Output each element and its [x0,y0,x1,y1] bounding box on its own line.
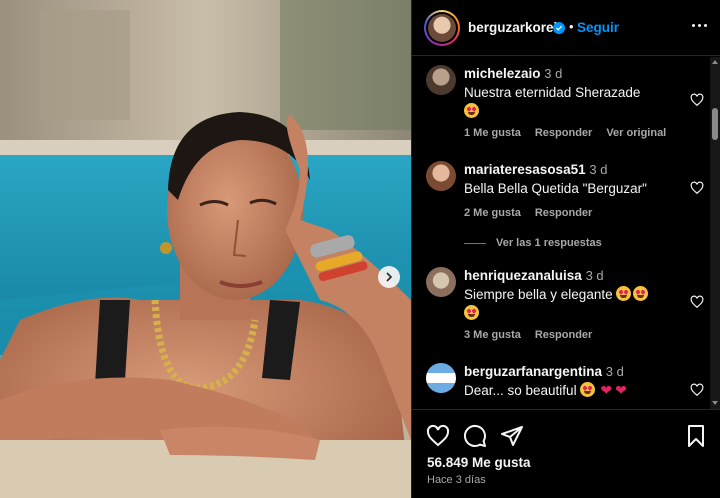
comment-username[interactable]: michelezaio [464,66,541,81]
verified-badge-icon [553,22,565,34]
comment-meta: 1 Me gusta Responder Ver original [464,127,666,139]
heart-eyes-emoji-icon [616,286,632,301]
comment-likes[interactable]: 1 Me gusta [464,127,521,139]
comment-time[interactable]: 3 d [606,364,624,379]
comment-likes[interactable]: 2 Me gusta [464,207,521,219]
see-original-button[interactable]: Ver original [606,127,666,139]
reply-button[interactable]: Responder [535,329,592,341]
scroll-down-arrow-icon[interactable] [712,401,718,405]
reply-button[interactable]: Responder [535,127,592,139]
share-icon[interactable] [500,424,524,448]
heart-eyes-emoji-icon [464,305,479,320]
red-heart-emoji-icon: ❤ [600,382,613,398]
heart-icon[interactable] [690,295,704,309]
comment-meta: 3 Me gusta Responder [464,329,592,341]
likes-count[interactable]: 56.849 Me gusta [427,455,531,470]
bookmark-icon[interactable] [684,424,708,448]
heart-eyes-emoji-icon [464,103,479,118]
next-photo-button[interactable] [378,266,400,288]
red-heart-emoji-icon: ❤ [615,382,627,398]
comment-meta: 2 Me gusta Responder [464,207,592,219]
comment-username[interactable]: henriquezanaluisa [464,268,582,283]
comment-username[interactable]: mariateresasosa51 [464,162,586,177]
comment-text: Bella Bella Quetida "Berguzar" [464,181,647,196]
heart-eyes-emoji-icon [633,286,649,301]
reply-button[interactable]: Responder [535,207,592,219]
author-avatar[interactable] [424,10,460,46]
post-header: berguzarkorel • Seguir [412,0,720,56]
heart-eyes-emoji-icon [580,382,596,397]
follow-button[interactable]: Seguir [577,20,619,35]
post-side-panel: berguzarkorel • Seguir michelezaio 3 d N… [411,0,720,498]
comment-text: Dear... so beautiful [464,383,577,398]
comment-username[interactable]: berguzarfanargentina [464,364,602,379]
commenter-avatar[interactable] [426,363,456,393]
scroll-up-arrow-icon[interactable] [712,60,718,64]
heart-icon[interactable] [690,93,704,107]
author-username[interactable]: berguzarkorel [468,20,557,35]
commenter-avatar[interactable] [426,65,456,95]
comment-time[interactable]: 3 d [586,268,604,283]
comment-likes[interactable]: 3 Me gusta [464,329,521,341]
commenter-avatar[interactable] [426,161,456,191]
comment-icon[interactable] [463,424,487,448]
post-actions-bar: 56.849 Me gusta Hace 3 días [412,409,720,498]
header-separator: • [569,19,574,34]
scrollbar-thumb[interactable] [712,108,718,140]
comment-time[interactable]: 3 d [589,162,607,177]
photo-illustration [0,0,411,498]
heart-icon[interactable] [426,424,450,448]
comment-time[interactable]: 3 d [544,66,562,81]
more-options-icon[interactable] [692,24,707,27]
post-timestamp[interactable]: Hace 3 días [427,474,486,486]
view-replies-button[interactable]: Ver las 1 respuestas [464,237,602,249]
comment-text: Siempre bella y elegante [464,287,613,302]
chevron-right-icon [386,272,393,282]
post-photo[interactable] [0,0,411,498]
comments-list: michelezaio 3 d Nuestra eternidad Sheraz… [412,57,720,409]
heart-icon[interactable] [690,181,704,195]
comment-text: Nuestra eternidad Sherazade [464,85,641,100]
view-replies-label: Ver las 1 respuestas [496,237,602,249]
commenter-avatar[interactable] [426,267,456,297]
heart-icon[interactable] [690,383,704,397]
